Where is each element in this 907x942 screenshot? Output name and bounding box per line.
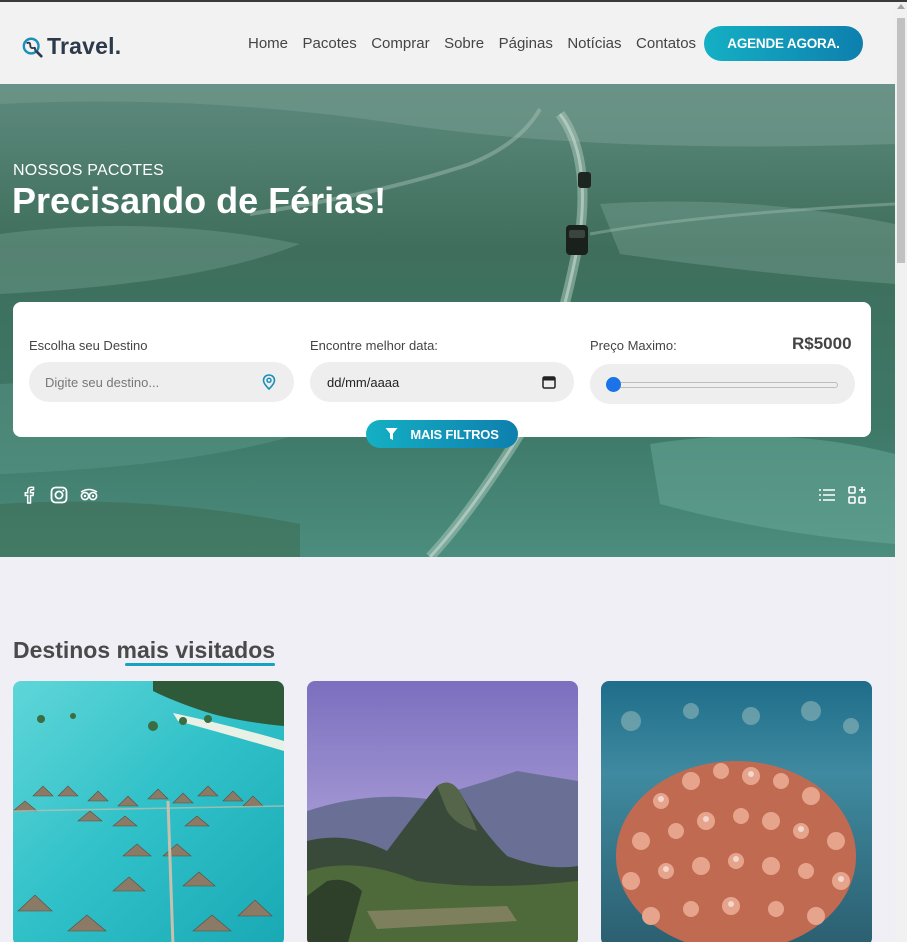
scroll-up-arrow-icon[interactable] [897,4,905,9]
globe-search-icon [22,37,43,58]
nav-noticias[interactable]: Notícias [567,35,621,52]
destination-label: Escolha seu Destino [29,338,148,353]
filter-icon [385,428,398,440]
facebook-icon[interactable] [19,485,39,505]
logo[interactable]: Travel. [22,33,121,60]
section-title-highlight: mais visitados [116,637,276,663]
nav-sobre[interactable]: Sobre [444,35,484,52]
overwater-bungalows-image [13,681,284,942]
nav-paginas[interactable]: Páginas [499,35,553,52]
destination-card-machu-picchu[interactable] [307,681,578,942]
location-pin-icon [262,374,276,390]
section-title-start: Destinos [13,637,117,663]
social-links [19,485,109,505]
nav-pacotes[interactable]: Pacotes [303,35,357,52]
destination-placeholder: Digite seu destino... [45,375,160,390]
destination-input[interactable]: Digite seu destino... [29,362,294,402]
date-input[interactable]: dd/mm/aaaa [310,362,574,402]
price-label: Preço Maximo: [590,338,677,353]
list-view-icon[interactable] [817,485,837,505]
section-title: Destinos mais visitados [13,637,275,664]
site-header: Travel. Home Pacotes Comprar Sobre Págin… [0,2,895,84]
search-panel: Escolha seu Destino Digite seu destino..… [13,302,871,437]
nav-contatos[interactable]: Contatos [636,35,696,52]
coral-reef-image [601,681,872,942]
more-filters-button[interactable]: MAIS FILTROS [366,420,518,448]
page-scrollbar[interactable] [895,2,907,942]
logo-text: Travel. [47,33,122,59]
price-slider-track [612,382,838,388]
tripadvisor-icon[interactable] [79,485,99,505]
nav-comprar[interactable]: Comprar [371,35,429,52]
grid-add-icon[interactable] [847,485,867,505]
nav-home[interactable]: Home [248,35,288,52]
scrollbar-thumb[interactable] [897,18,905,263]
price-slider-thumb[interactable] [606,377,621,392]
hero-subtitle: NOSSOS PACOTES [13,162,164,179]
hero-banner: NOSSOS PACOTES Precisando de Férias! Esc… [0,84,895,557]
destination-card-coral-reef[interactable] [601,681,872,942]
date-label: Encontre melhor data: [310,338,438,353]
machu-picchu-image [307,681,578,942]
hero-title: Precisando de Férias! [12,180,387,221]
price-value: R$5000 [792,334,852,353]
destination-card-bora-bora[interactable] [13,681,284,942]
book-now-button[interactable]: AGENDE AGORA. [704,26,863,61]
price-slider[interactable] [590,364,855,404]
calendar-icon[interactable] [542,375,556,389]
date-value: dd/mm/aaaa [327,375,400,390]
instagram-icon[interactable] [49,485,69,505]
main-nav: Home Pacotes Comprar Sobre Páginas Notíc… [248,35,711,52]
view-toggle [817,485,877,505]
more-filters-label: MAIS FILTROS [410,426,499,442]
